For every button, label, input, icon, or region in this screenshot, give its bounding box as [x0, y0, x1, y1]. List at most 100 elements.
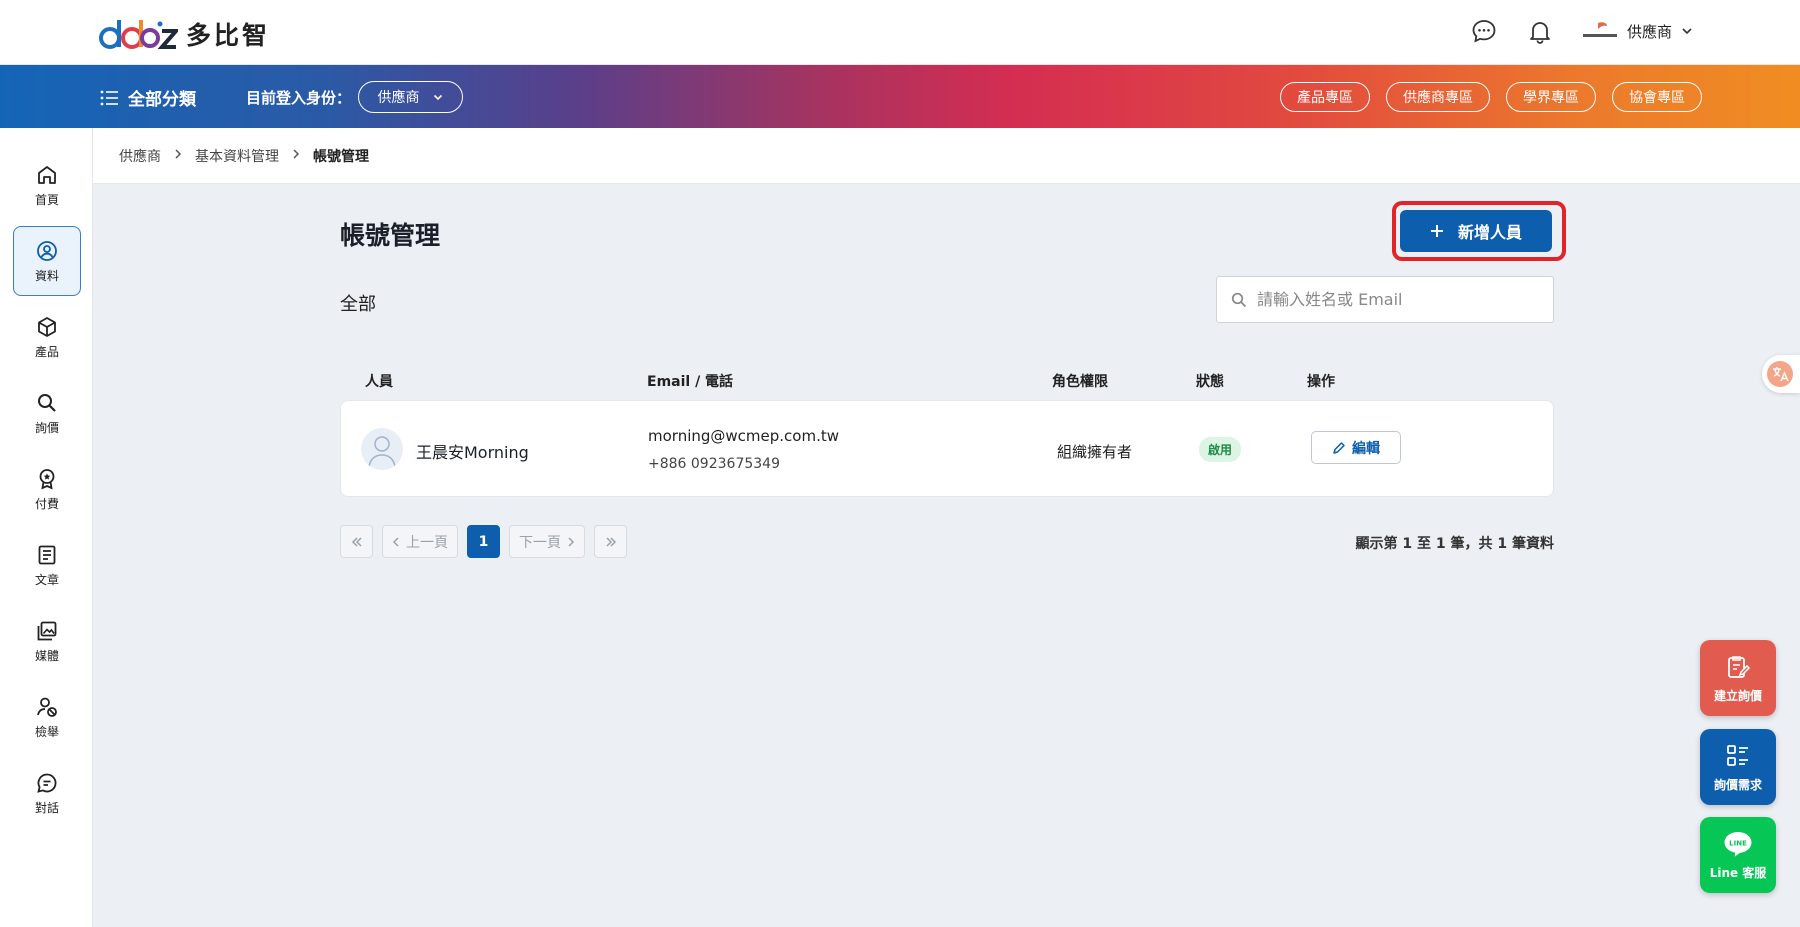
sidebar-item-data[interactable]: 資料 — [13, 226, 81, 296]
breadcrumb: 供應商 基本資料管理 帳號管理 — [93, 128, 1800, 184]
next-page-button[interactable]: 下一頁 — [509, 525, 585, 558]
line-service-label: Line 客服 — [1709, 865, 1767, 880]
chevron-right-icon — [291, 148, 301, 164]
column-header-role: 角色權限 — [1052, 374, 1108, 390]
prev-page-button[interactable]: 上一頁 — [382, 525, 458, 558]
chevron-left-icon — [392, 536, 399, 547]
chevron-down-icon — [1682, 28, 1692, 35]
translate-icon — [1767, 361, 1793, 387]
list-icon — [100, 90, 118, 105]
plus-icon — [1430, 225, 1443, 237]
message-icon[interactable] — [1469, 16, 1499, 46]
add-member-label: 新增人員 — [1457, 223, 1522, 242]
line-service-button[interactable]: LINE Line 客服 — [1700, 817, 1776, 893]
sidebar-item-label: 媒體 — [34, 648, 59, 663]
column-header-actions: 操作 — [1307, 374, 1335, 390]
category-navbar: 全部分類 目前登入身份： 供應商 產品專區 供應商專區 學界專區 協會專區 — [0, 65, 1800, 128]
role-select-value: 供應商 — [377, 90, 420, 106]
chevron-right-icon — [173, 148, 183, 164]
top-actions: 供應商 — [1469, 16, 1694, 46]
pencil-icon — [1333, 441, 1345, 454]
sidebar-item-label: 檢舉 — [34, 724, 59, 739]
document-icon — [38, 545, 56, 564]
report-user-icon — [37, 697, 57, 717]
sidebar-item-billing[interactable]: 付費 — [13, 454, 81, 524]
top-header: 多比智 供應商 — [0, 0, 1800, 65]
zone-suppliers[interactable]: 供應商專區 — [1386, 82, 1490, 112]
sidebar-item-home[interactable]: 首頁 — [13, 150, 81, 220]
sidebar-item-media[interactable]: 媒體 — [13, 606, 81, 676]
add-member-highlight: 新增人員 — [1392, 201, 1566, 261]
zone-products[interactable]: 產品專區 — [1280, 82, 1370, 112]
search-icon — [38, 393, 56, 412]
prev-page-label: 上一頁 — [406, 534, 448, 551]
list-grid-icon — [1727, 744, 1748, 766]
avatar — [361, 428, 403, 470]
table-row: 王晨安Morning morning@wcmep.com.tw +886 092… — [340, 400, 1554, 497]
all-categories-button[interactable]: 全部分類 — [100, 85, 196, 110]
brand-name: 多比智 — [186, 21, 271, 50]
breadcrumb-supplier[interactable]: 供應商 — [119, 146, 161, 166]
last-page-button[interactable] — [594, 525, 627, 558]
chevrons-left-icon — [351, 536, 362, 547]
breadcrumb-current: 帳號管理 — [313, 148, 369, 165]
column-header-member: 人員 — [365, 374, 393, 390]
member-email: morning@wcmep.com.tw — [648, 427, 839, 445]
bell-icon[interactable] — [1525, 16, 1555, 46]
all-categories-label: 全部分類 — [128, 90, 196, 110]
search-icon — [1231, 292, 1247, 307]
pagination: 上一頁 1 下一頁 — [340, 525, 627, 558]
sidebar-item-report[interactable]: 檢舉 — [13, 682, 81, 752]
member-phone: +886 0923675349 — [648, 456, 780, 472]
sidebar-item-products[interactable]: 產品 — [13, 302, 81, 372]
chevrons-right-icon — [605, 536, 616, 547]
column-header-email-phone: Email / 電話 — [647, 374, 734, 390]
zone-links: 產品專區 供應商專區 學界專區 協會專區 — [1280, 82, 1702, 112]
sidebar-item-label: 文章 — [34, 572, 59, 587]
sidebar-item-articles[interactable]: 文章 — [13, 530, 81, 600]
status-badge: 啟用 — [1199, 437, 1242, 462]
account-menu[interactable]: 供應商 — [1581, 20, 1694, 42]
company-logo-icon — [1582, 22, 1617, 37]
pagination-info: 顯示第 1 至 1 筆，共 1 筆資料 — [1355, 536, 1554, 552]
create-quote-label: 建立詢價 — [1713, 688, 1762, 703]
dobiz-logo-mark — [99, 20, 178, 49]
sidebar-item-label: 產品 — [34, 344, 59, 359]
account-name: 供應商 — [1626, 22, 1672, 41]
search-box — [1216, 276, 1554, 323]
zone-academia[interactable]: 學界專區 — [1506, 82, 1596, 112]
left-sidebar: 首頁 資料 產品 詢價 付費 文章 媒體 檢舉 對話 — [0, 128, 93, 927]
edit-button[interactable]: 編輯 — [1311, 431, 1401, 464]
chat-icon — [37, 773, 57, 793]
sidebar-item-label: 首頁 — [34, 192, 59, 207]
role-select[interactable]: 供應商 — [358, 81, 463, 113]
add-member-button[interactable]: 新增人員 — [1400, 210, 1552, 252]
translate-button[interactable] — [1762, 355, 1800, 393]
filter-label: 全部 — [340, 294, 376, 315]
page-number-current[interactable]: 1 — [467, 525, 500, 558]
create-quote-button[interactable]: 建立詢價 — [1700, 640, 1776, 716]
first-page-button[interactable] — [340, 525, 373, 558]
next-page-label: 下一頁 — [519, 534, 561, 551]
member-name: 王晨安Morning — [416, 443, 529, 462]
edit-label: 編輯 — [1352, 440, 1380, 457]
login-as-label: 目前登入身份： — [246, 89, 352, 107]
search-input[interactable] — [1257, 290, 1527, 309]
breadcrumb-basic-data[interactable]: 基本資料管理 — [195, 146, 279, 166]
sidebar-item-label: 詢價 — [34, 420, 59, 435]
sidebar-item-label: 付費 — [34, 496, 59, 511]
clipboard-edit-icon — [1728, 655, 1751, 678]
zone-associations[interactable]: 協會專區 — [1612, 82, 1702, 112]
chevron-down-icon — [433, 94, 442, 101]
media-icon — [37, 621, 57, 640]
box-icon — [38, 316, 56, 337]
badge-icon — [39, 468, 55, 490]
brand-logo[interactable]: 多比智 — [98, 14, 270, 54]
chevron-right-icon — [568, 536, 575, 547]
page-title: 帳號管理 — [340, 221, 441, 250]
sidebar-item-chat[interactable]: 對話 — [13, 758, 81, 828]
column-header-status: 狀態 — [1196, 374, 1224, 390]
line-chat-icon: LINE — [1724, 831, 1752, 857]
sidebar-item-inquiry[interactable]: 詢價 — [13, 378, 81, 448]
quote-needs-button[interactable]: 詢價需求 — [1700, 729, 1776, 805]
